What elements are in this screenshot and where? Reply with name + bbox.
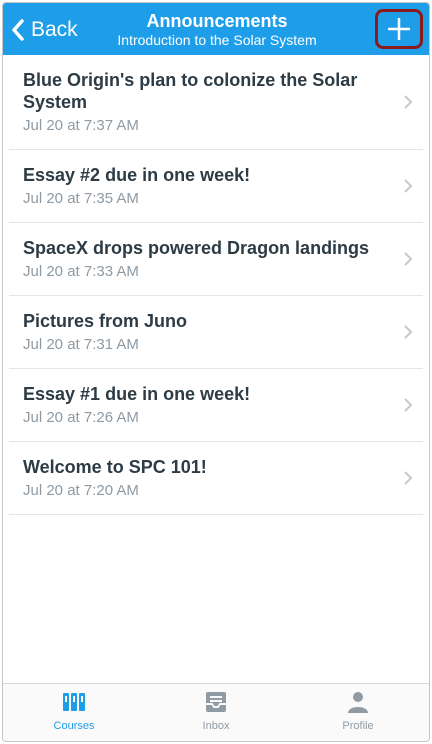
announcement-date: Jul 20 at 7:33 AM — [23, 263, 139, 280]
chevron-right-icon — [404, 252, 413, 266]
tab-label: Courses — [53, 720, 95, 732]
chevron-left-icon — [12, 19, 24, 41]
announcement-title: Pictures from Juno — [23, 311, 188, 331]
back-label: Back — [31, 18, 78, 41]
chevron-right-icon — [404, 325, 413, 339]
announcement-date: Jul 20 at 7:31 AM — [23, 336, 139, 353]
back-button[interactable]: Back — [11, 15, 78, 45]
announcement-title: SpaceX drops powered Dragon landings — [23, 238, 370, 258]
profile-icon — [348, 692, 368, 713]
announcement-item[interactable]: Blue Origin's plan to colonize the Solar… — [9, 55, 423, 150]
announcement-title: Essay #2 due in one week! — [23, 165, 251, 185]
announcement-title: Welcome to SPC 101! — [23, 457, 207, 477]
plus-icon — [388, 18, 410, 40]
tab-inbox[interactable]: Inbox — [145, 684, 287, 741]
announcement-item[interactable]: Essay #2 due in one week! Jul 20 at 7:35… — [9, 150, 423, 223]
tab-courses[interactable]: Courses — [3, 684, 145, 741]
navigation-bar: Back Announcements Introduction to the S… — [3, 3, 429, 55]
announcement-date: Jul 20 at 7:35 AM — [23, 190, 139, 207]
course-subtitle: Introduction to the Solar System — [117, 32, 317, 48]
chevron-right-icon — [404, 398, 413, 412]
tab-profile[interactable]: Profile — [287, 684, 429, 741]
inbox-icon — [206, 692, 226, 712]
courses-icon — [63, 693, 85, 711]
announcement-item[interactable]: Welcome to SPC 101! Jul 20 at 7:20 AM — [9, 442, 423, 515]
page-title: Announcements — [146, 11, 288, 31]
nav-titles: Announcements Introduction to the Solar … — [103, 11, 331, 49]
app-frame: Back Announcements Introduction to the S… — [2, 2, 430, 742]
chevron-right-icon — [404, 95, 413, 109]
chevron-right-icon — [404, 471, 413, 485]
chevron-right-icon — [404, 179, 413, 193]
announcement-item[interactable]: SpaceX drops powered Dragon landings Jul… — [9, 223, 423, 296]
announcement-title: Blue Origin's plan to colonize the Solar… — [23, 70, 358, 112]
tab-bar: Courses Inbox Profile — [3, 683, 429, 741]
announcement-item[interactable]: Pictures from Juno Jul 20 at 7:31 AM — [9, 296, 423, 369]
tab-label: Inbox — [202, 720, 230, 732]
announcement-list: Blue Origin's plan to colonize the Solar… — [9, 55, 423, 515]
add-announcement-button[interactable] — [375, 9, 423, 49]
tab-label: Profile — [342, 720, 374, 732]
announcement-title: Essay #1 due in one week! — [23, 384, 251, 404]
announcement-date: Jul 20 at 7:37 AM — [23, 117, 139, 134]
announcement-item[interactable]: Essay #1 due in one week! Jul 20 at 7:26… — [9, 369, 423, 442]
announcement-date: Jul 20 at 7:26 AM — [23, 409, 139, 426]
announcement-date: Jul 20 at 7:20 AM — [23, 482, 139, 499]
